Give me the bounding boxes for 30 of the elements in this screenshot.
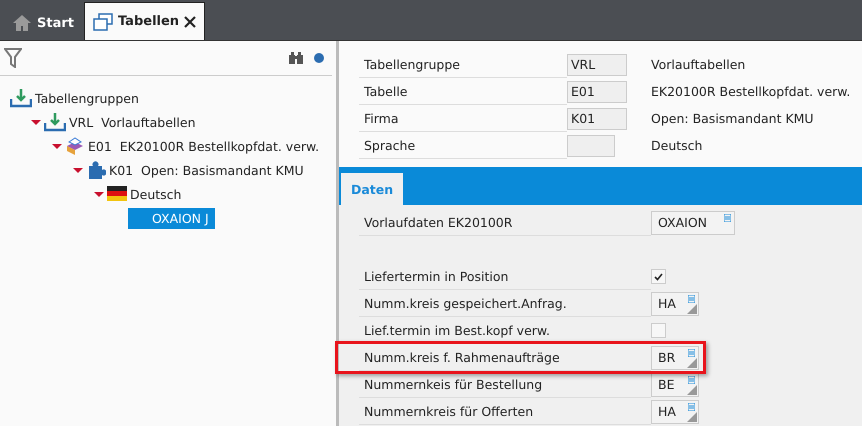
field-label: Numm.kreis f. Rahmenaufträge: [359, 344, 651, 371]
field-label: Numm.kreis gespeichert.Anfrag.: [359, 290, 651, 317]
field-label: Firma: [359, 105, 567, 132]
lookup-field[interactable]: HA: [651, 400, 699, 424]
tree-item[interactable]: OXAION J: [128, 208, 215, 228]
tree-item[interactable]: K01 Open: Basismandant KMU: [109, 162, 304, 178]
tab[interactable]: Start: [4, 6, 82, 40]
field-description: Deutsch: [651, 138, 704, 153]
field-label: Tabellengruppe: [359, 51, 567, 78]
read-only-field: K01: [567, 108, 627, 130]
lookup-field[interactable]: BE: [651, 372, 699, 396]
field-label: Vorlaufdaten EK20100R: [359, 209, 651, 236]
field-description: Open: Basismandant KMU: [651, 111, 815, 126]
lookup-field[interactable]: BR: [651, 346, 699, 370]
field-label: Nummernkreis für Offerten: [359, 398, 651, 425]
field-label: Liefertermin in Position: [359, 263, 651, 290]
read-only-field: VRL: [567, 54, 627, 76]
field-description: Vorlauftabellen: [651, 57, 746, 72]
tree-item[interactable]: Deutsch: [130, 186, 182, 202]
field-description: EK20100R Bestellkopfdat. verw.: [651, 84, 852, 99]
tree-item[interactable]: E01 EK20100R Bestellkopfdat. verw.: [88, 138, 320, 154]
tree-item[interactable]: Tabellengruppen: [35, 90, 139, 106]
tab[interactable]: Tabellen: [84, 2, 206, 40]
field-label: Tabelle: [359, 78, 567, 105]
tree-item[interactable]: VRL Vorlauftabellen: [69, 114, 196, 130]
field-label: Sprache: [359, 132, 567, 159]
field-label: Nummernkeis für Bestellung: [359, 371, 651, 398]
read-only-field: E01: [567, 80, 627, 102]
select-field[interactable]: OXAION: [651, 210, 735, 234]
lookup-field[interactable]: HA: [651, 292, 699, 316]
